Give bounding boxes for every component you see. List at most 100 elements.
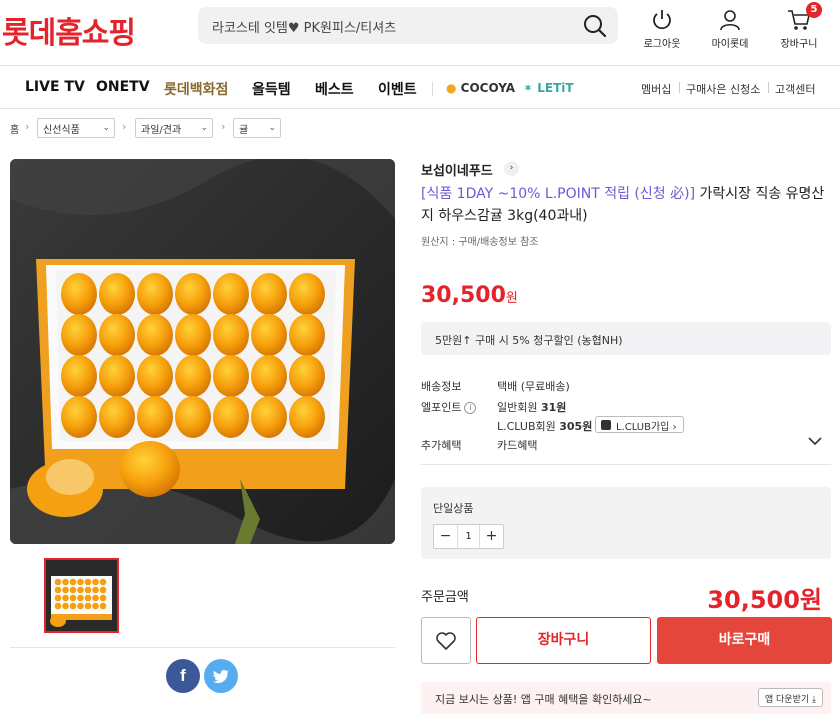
nav-event[interactable]: 이벤트 <box>378 79 417 99</box>
price-value: 30,500 <box>421 283 506 308</box>
nav-olditem[interactable]: 올득템 <box>252 79 291 99</box>
letit-icon: ✶ <box>523 81 534 95</box>
thumbnail-image <box>46 560 117 631</box>
point-general: 일반회원 31원 <box>497 399 566 415</box>
header: 롯데홈쇼핑 라코스테 잇템♥ PK원피스/티셔츠 로그아웃 마이롯데 5 장바구… <box>0 0 840 66</box>
download-icon: ⤓ <box>812 695 816 705</box>
info-divider <box>421 464 831 465</box>
util-separator <box>679 82 680 93</box>
power-icon <box>653 10 671 30</box>
point-lclub: L.CLUB회원 305원 <box>497 418 592 434</box>
nav-letit[interactable]: ✶ LETiT <box>523 81 574 95</box>
point-lclub-label: L.CLUB회원 <box>497 420 556 433</box>
nav-customer-center[interactable]: 고객센터 <box>775 81 815 97</box>
left-divider <box>10 647 395 648</box>
chevron-down-icon[interactable] <box>808 436 822 446</box>
shipping-label: 배송정보 <box>421 380 462 393</box>
breadcrumb-arrow-icon: › <box>122 120 127 133</box>
letit-label: LETiT <box>537 81 574 95</box>
tangerine-box-image <box>10 159 395 544</box>
cocoya-icon: ● <box>446 81 457 95</box>
nav-gift-apply[interactable]: 구매사은 신청소 <box>686 81 760 97</box>
total-price: 30,500원 <box>707 586 822 614</box>
logo[interactable]: 롯데홈쇼핑 <box>2 8 136 52</box>
app-promo-banner: 지금 보시는 상품! 앱 구매 혜택을 확인하세요~ 앱 다운받기 ⤓ <box>421 682 831 714</box>
option-label: 단일상품 <box>433 502 474 515</box>
point-label-text: 엘포인트 <box>421 401 462 414</box>
twitter-share-button[interactable] <box>204 659 238 693</box>
app-download-label: 앱 다운받기 <box>764 695 810 705</box>
chevron-down-icon: ⌄ <box>102 123 110 133</box>
cart-header-button[interactable]: 5 장바구니 <box>769 2 829 50</box>
nav-divider <box>432 82 433 96</box>
chevron-down-icon: ⌄ <box>268 123 276 133</box>
facebook-icon: f <box>180 666 186 685</box>
breadcrumb-arrow-icon: › <box>25 120 30 133</box>
cart-count-badge: 5 <box>806 2 822 18</box>
point-label: 엘포인트 i <box>421 399 477 415</box>
minus-button[interactable]: − <box>434 525 457 548</box>
plus-button[interactable]: + <box>480 525 503 548</box>
shipping-value: 택배 (무료배송) <box>497 380 570 393</box>
search-input[interactable]: 라코스테 잇템♥ PK원피스/티셔츠 <box>198 7 618 44</box>
util-separator <box>768 82 769 93</box>
cart-header-label: 장바구니 <box>780 39 818 50</box>
user-icon <box>720 10 740 31</box>
twitter-icon <box>213 669 229 684</box>
card-discount-banner: 5만원↑ 구매 시 5% 청구할인 (농협NH) <box>421 322 831 355</box>
breadcrumb-level-2: 과일/견과 <box>141 125 182 136</box>
logout-button[interactable]: 로그아웃 <box>632 8 692 50</box>
breadcrumb-home[interactable]: 홈 <box>10 121 19 141</box>
total-label: 주문금액 <box>421 590 469 605</box>
option-box: 단일상품 − 1 + <box>421 487 831 559</box>
benefit-value[interactable]: 카드혜택 <box>497 437 537 453</box>
benefit-label: 추가혜택 <box>421 439 462 452</box>
breadcrumb-level-1: 신선식품 <box>43 125 80 136</box>
heart-icon <box>436 632 456 650</box>
app-download-button[interactable]: 앱 다운받기 ⤓ <box>757 688 823 707</box>
product-thumbnail[interactable] <box>44 558 119 633</box>
product-price: 30,500원 <box>421 283 518 308</box>
search-icon[interactable] <box>582 13 608 39</box>
product-origin: 원산지 : 구매/배송정보 참조 <box>421 237 539 248</box>
cocoya-label: COCOYA <box>460 81 516 95</box>
quantity-value[interactable]: 1 <box>457 525 480 548</box>
info-icon[interactable]: i <box>464 402 477 414</box>
search-text[interactable]: 라코스테 잇템♥ PK원피스/티셔츠 <box>212 17 396 36</box>
wishlist-button[interactable] <box>421 617 471 664</box>
mypage-label: 마이롯데 <box>711 39 749 50</box>
facebook-share-button[interactable]: f <box>166 659 200 693</box>
mypage-button[interactable]: 마이롯데 <box>700 8 760 50</box>
main-nav: LIVE TV ONETV 롯데백화점 올득템 베스트 이벤트 ● COCOYA… <box>0 67 840 109</box>
nav-membership[interactable]: 멤버십 <box>641 81 671 97</box>
breadcrumb-select-2[interactable]: 과일/견과 ⌄ <box>135 118 213 138</box>
point-general-value: 31원 <box>540 401 567 414</box>
nav-onetv[interactable]: ONETV <box>96 79 150 95</box>
nav-best[interactable]: 베스트 <box>315 79 354 99</box>
breadcrumb-arrow-icon: › <box>221 120 226 133</box>
breadcrumb-select-1[interactable]: 신선식품 ⌄ <box>37 118 115 138</box>
nav-cocoya[interactable]: ● COCOYA <box>446 81 515 95</box>
logout-label: 로그아웃 <box>643 39 681 50</box>
breadcrumb-level-3: 귤 <box>239 125 249 136</box>
nav-lotte-department[interactable]: 롯데백화점 <box>164 79 228 99</box>
point-lclub-value: 305원 <box>559 420 593 433</box>
quantity-stepper[interactable]: − 1 + <box>433 524 504 549</box>
product-title: [식품 1DAY ~10% L.POINT 적립 (신청 必)] 가락시장 직송… <box>421 183 831 227</box>
chevron-down-icon: ⌄ <box>200 123 208 133</box>
lclub-icon <box>601 420 611 430</box>
nav-live-tv[interactable]: LIVE TV <box>25 79 85 95</box>
breadcrumb-select-3[interactable]: 귤 ⌄ <box>233 118 281 138</box>
app-promo-text: 지금 보시는 상품! 앱 구매 혜택을 확인하세요~ <box>435 693 652 706</box>
brand-name[interactable]: 보섭이네푸드 <box>421 160 493 179</box>
brand-arrow-icon[interactable]: › <box>504 161 519 176</box>
lclub-join-button[interactable]: L.CLUB가입 › <box>595 416 684 433</box>
card-discount-text: 5만원↑ 구매 시 5% 청구할인 (농협NH) <box>435 334 623 347</box>
lclub-join-label: L.CLUB가입 <box>616 422 670 433</box>
add-to-cart-button[interactable]: 장바구니 <box>476 617 651 664</box>
product-title-promo: [식품 1DAY ~10% L.POINT 적립 (신청 必)] <box>421 186 696 202</box>
point-general-label: 일반회원 <box>497 401 538 414</box>
price-unit: 원 <box>505 291 518 306</box>
product-main-image[interactable] <box>10 159 395 544</box>
buy-now-button[interactable]: 바로구매 <box>657 617 832 664</box>
